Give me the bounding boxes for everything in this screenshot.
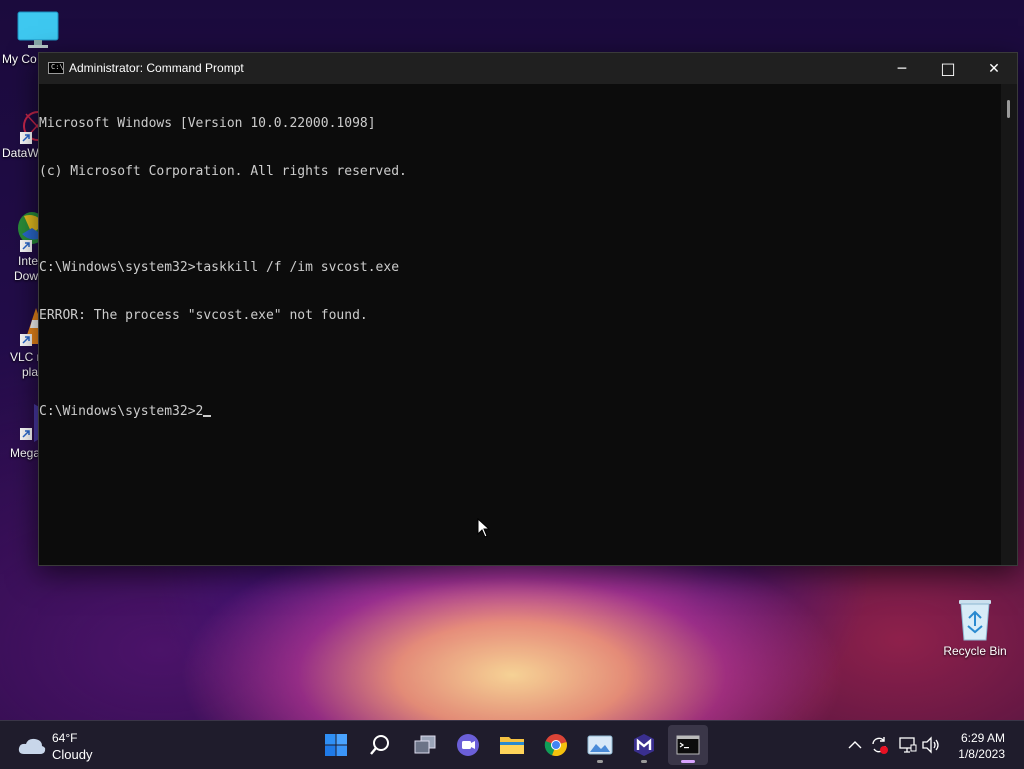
teams-chat-icon — [457, 734, 479, 756]
minimize-button[interactable]: ─ — [879, 53, 925, 84]
malwarebytes-button[interactable] — [624, 725, 664, 765]
command-prompt-icon — [676, 735, 700, 755]
show-hidden-icons-button[interactable] — [844, 735, 866, 755]
taskbar: 64°F Cloudy 6:29 AM 1/8/2023 — [0, 720, 1024, 769]
maximize-icon: □ — [940, 59, 956, 78]
running-indicator — [597, 760, 603, 763]
chevron-up-icon — [848, 741, 862, 749]
cloud-icon — [18, 737, 46, 760]
task-view-icon — [414, 735, 436, 754]
console-prompt-line[interactable]: C:\Windows\system32>2 — [39, 404, 1001, 420]
system-clock[interactable]: 6:29 AM 1/8/2023 — [958, 730, 1005, 762]
network-button[interactable] — [896, 735, 918, 755]
close-icon: ✕ — [988, 60, 1000, 77]
desktop-icon-label: Recycle Bin — [943, 644, 1007, 658]
console-app-icon: C:\ — [48, 62, 64, 74]
minimize-icon: ─ — [897, 60, 907, 77]
desktop-icon-recycle-bin[interactable]: Recycle Bin — [937, 596, 1013, 659]
weather-condition: Cloudy — [52, 747, 93, 762]
monitor-icon — [16, 10, 60, 50]
console-line: C:\Windows\system32>taskkill /f /im svco… — [39, 260, 400, 275]
running-indicator — [641, 760, 647, 763]
search-icon — [370, 735, 389, 755]
file-explorer-icon — [500, 737, 524, 754]
text-cursor — [203, 415, 212, 417]
title-bar[interactable]: C:\ Administrator: Command Prompt ─ □ ✕ — [39, 53, 1017, 84]
active-indicator — [681, 760, 695, 763]
clock-date: 1/8/2023 — [958, 747, 1005, 761]
start-icon — [325, 734, 347, 756]
window-title: Administrator: Command Prompt — [69, 61, 244, 75]
sync-status-button[interactable] — [868, 735, 890, 755]
sync-icon — [872, 737, 888, 754]
photos-icon — [587, 735, 613, 755]
clock-time: 6:29 AM — [960, 731, 1005, 745]
console-line: Microsoft Windows [Version 10.0.22000.10… — [39, 116, 376, 131]
close-button[interactable]: ✕ — [971, 53, 1017, 84]
photos-button[interactable] — [580, 725, 620, 765]
chrome-icon — [544, 734, 567, 757]
start-button[interactable] — [316, 725, 356, 765]
console-line: ERROR: The process "svcost.exe" not foun… — [39, 308, 368, 323]
network-icon — [899, 737, 917, 753]
file-explorer-button[interactable] — [492, 725, 532, 765]
mouse-pointer-icon — [477, 517, 491, 542]
recycle-bin-icon — [955, 596, 995, 642]
command-prompt-window[interactable]: C:\ Administrator: Command Prompt ─ □ ✕ … — [38, 52, 1018, 566]
malwarebytes-icon — [634, 734, 654, 756]
scrollbar-thumb[interactable] — [1007, 100, 1010, 118]
console-output[interactable]: Microsoft Windows [Version 10.0.22000.10… — [39, 84, 1001, 565]
console-line: (c) Microsoft Corporation. All rights re… — [39, 164, 407, 179]
weather-temperature: 64°F — [52, 731, 78, 745]
task-view-button[interactable] — [405, 725, 445, 765]
volume-icon — [922, 736, 939, 754]
command-prompt-taskbar-button[interactable] — [668, 725, 708, 765]
volume-button[interactable] — [920, 735, 942, 755]
vertical-scrollbar[interactable] — [1001, 84, 1017, 565]
chat-button[interactable] — [448, 725, 488, 765]
maximize-button[interactable]: □ — [925, 53, 971, 84]
search-button[interactable] — [360, 725, 400, 765]
chrome-button[interactable] — [536, 725, 576, 765]
console-prompt-text: C:\Windows\system32>2 — [39, 404, 204, 419]
